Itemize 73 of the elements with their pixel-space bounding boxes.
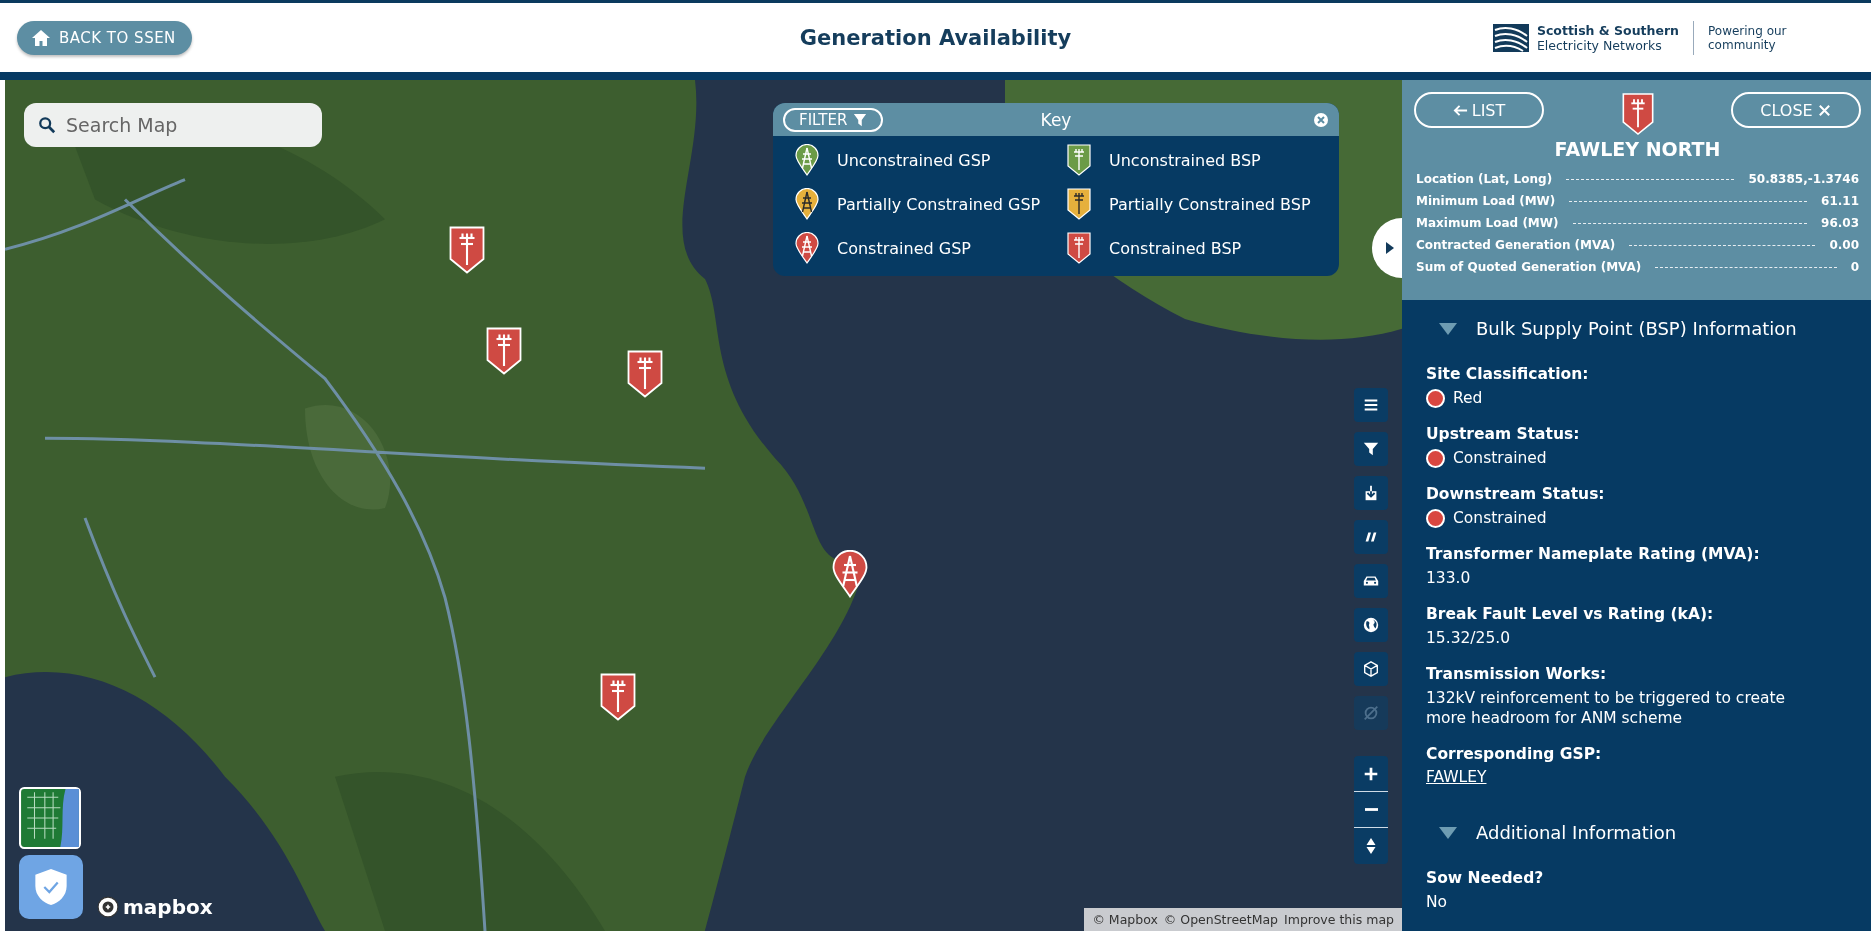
key-label: Constrained GSP	[837, 238, 971, 258]
mapbox-logo[interactable]: mapbox	[97, 895, 213, 919]
pin-marker-icon[interactable]	[832, 549, 869, 598]
close-icon[interactable]	[1313, 111, 1329, 128]
section-toggle[interactable]: Additional Information	[1426, 822, 1677, 843]
privacy-button[interactable]	[19, 855, 83, 919]
stat-label: Maximum Load (MW)	[1416, 216, 1559, 230]
cube-icon	[1362, 660, 1380, 678]
filter-icon	[853, 112, 868, 127]
filter-button[interactable]	[1354, 432, 1388, 466]
stat-label: Location (Lat, Long)	[1416, 172, 1553, 186]
caret-icon	[1385, 241, 1395, 255]
stat-value: 61.11	[1821, 194, 1859, 208]
field-label: Break Fault Level vs Rating (kA):	[1426, 605, 1715, 623]
field-label: Site Classification:	[1426, 365, 1590, 383]
field-value: Constrained	[1453, 508, 1547, 528]
section-toggle[interactable]: Bulk Supply Point (BSP) Information	[1426, 318, 1797, 339]
filter-icon	[1362, 440, 1380, 458]
shield-check-icon	[34, 868, 68, 906]
minus-icon	[1364, 808, 1378, 811]
stat-value: 0	[1850, 260, 1859, 274]
key-label: Unconstrained GSP	[837, 150, 991, 170]
key-title: Key	[1040, 109, 1072, 130]
stat-label: Minimum Load (MW)	[1416, 194, 1556, 208]
field-value: Constrained	[1453, 448, 1547, 468]
close-button[interactable]: CLOSE	[1731, 92, 1861, 128]
filter-button[interactable]: FILTER	[783, 107, 884, 132]
key-label: Unconstrained BSP	[1109, 150, 1261, 170]
field-label: Transmission Works:	[1426, 665, 1608, 683]
car-button[interactable]	[1354, 564, 1388, 598]
cube-button[interactable]	[1354, 652, 1388, 686]
page-title: Generation Availability	[799, 25, 1072, 50]
globe-icon	[1362, 616, 1380, 634]
field-label: Downstream Status:	[1426, 485, 1606, 503]
quote-button[interactable]	[1354, 520, 1388, 554]
stat-value: 0.00	[1829, 238, 1859, 252]
company-name: Electricity Networks	[1536, 37, 1663, 53]
key-label: Partially Constrained BSP	[1109, 194, 1311, 214]
close-icon	[1816, 102, 1832, 118]
stat-label: Sum of Quoted Generation (MVA)	[1416, 260, 1642, 274]
stat-value: 50.8385,-1.3746	[1748, 172, 1859, 186]
waves-logo-icon	[1490, 21, 1531, 54]
globe-button[interactable]	[1354, 608, 1388, 642]
menu-button[interactable]	[1354, 388, 1388, 422]
home-icon	[31, 28, 51, 47]
field-value: 132kV reinforcement to be triggered to create more headroom for ANM scheme	[1426, 688, 1787, 728]
minimap-thumbnail[interactable]	[19, 787, 81, 849]
list-button[interactable]: LIST	[1414, 92, 1544, 128]
field-value: 133.0	[1426, 568, 1472, 588]
site-name: FAWLEY NORTH	[1553, 138, 1722, 160]
search-icon	[38, 116, 56, 134]
stat-value: 96.03	[1821, 216, 1859, 230]
field-label: Corresponding GSP:	[1426, 745, 1603, 763]
download-button[interactable]	[1354, 476, 1388, 510]
mapbox-mark-icon	[97, 896, 119, 918]
key-label: Partially Constrained GSP	[837, 194, 1041, 214]
tagline: Powering our community	[1708, 23, 1788, 52]
gsp-link[interactable]: FAWLEY	[1426, 768, 1487, 786]
search-field[interactable]: Search Map	[24, 103, 322, 147]
attribution-link[interactable]: Improve this map	[1284, 912, 1394, 927]
field-label: Sow Needed?	[1426, 869, 1545, 887]
field-label: Upstream Status:	[1426, 425, 1581, 443]
key-label: Constrained BSP	[1109, 238, 1242, 258]
field-value: Red	[1453, 388, 1483, 408]
back-button[interactable]: BACK TO SSEN	[17, 20, 192, 55]
attribution-link[interactable]: © OpenStreetMap	[1163, 912, 1279, 927]
field-value: 15.32/25.0	[1426, 628, 1512, 648]
company-name: Scottish & Southern	[1536, 22, 1679, 38]
stat-label: Contracted Generation (MVA)	[1416, 238, 1616, 252]
field-value: No	[1426, 892, 1449, 912]
attribution-link[interactable]: © Mapbox	[1092, 912, 1158, 927]
mapbox-wordmark: mapbox	[123, 895, 213, 919]
field-label: Transformer Nameplate Rating (MVA):	[1426, 545, 1761, 563]
